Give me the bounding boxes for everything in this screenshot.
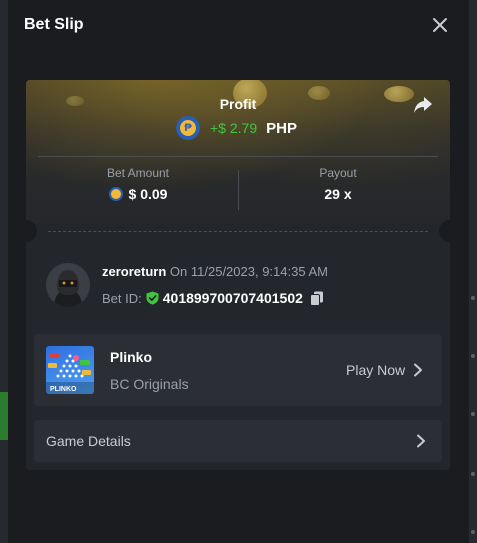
game-thumb-text: PLINKO <box>50 386 77 393</box>
profit-currency: PHP <box>266 119 297 137</box>
bet-slip-modal: Bet Slip Profit ₱ +$ 2.79 PHP Bet Amount… <box>8 0 469 543</box>
bet-amount-stat: Bet Amount $ 0.09 <box>38 166 238 202</box>
divider <box>38 156 438 157</box>
bet-details-card: Profit ₱ +$ 2.79 PHP Bet Amount $ 0.09 P… <box>26 80 450 470</box>
background-dot <box>471 472 475 476</box>
background-green-button <box>0 392 8 440</box>
game-thumbnail: PLINKO <box>46 346 94 394</box>
game-provider: BC Originals <box>110 376 189 392</box>
play-now-button[interactable]: Play Now <box>346 362 423 378</box>
bet-id-value: 401899700707401502 <box>162 290 303 306</box>
profit-label: Profit <box>219 96 257 112</box>
bet-id-label: Bet ID: <box>102 290 142 306</box>
payout-stat: Payout 29 x <box>238 166 438 202</box>
dashed-divider <box>48 231 428 232</box>
bet-amount-label: Bet Amount <box>106 166 170 180</box>
avatar <box>46 263 90 307</box>
bet-datetime: On 11/25/2023, 9:14:35 AM <box>169 264 328 279</box>
play-now-label: Play Now <box>346 362 406 378</box>
game-row[interactable]: PLINKO Plinko BC Originals Play Now <box>34 334 442 406</box>
profit-row: ₱ +$ 2.79 PHP <box>176 116 297 140</box>
background-page-left <box>0 0 8 543</box>
payout-label: Payout <box>319 166 357 180</box>
bet-amount-value: $ 0.09 <box>128 186 168 202</box>
background-dot <box>471 354 475 358</box>
close-button[interactable] <box>430 15 450 35</box>
background-page-right <box>469 0 477 543</box>
peso-coin-icon <box>108 187 123 201</box>
share-icon <box>414 97 432 113</box>
game-name: Plinko <box>110 349 153 365</box>
peso-coin-icon: ₱ <box>176 116 200 140</box>
close-icon <box>433 18 447 32</box>
username: zeroreturn <box>102 264 167 279</box>
game-details-label: Game Details <box>46 433 131 449</box>
chevron-right-icon <box>414 363 423 377</box>
background-dot <box>471 412 475 416</box>
modal-title: Bet Slip <box>24 16 84 33</box>
chevron-right-icon <box>417 434 425 448</box>
share-button[interactable] <box>412 94 434 116</box>
background-dot <box>471 530 475 534</box>
shield-check-icon <box>146 291 159 305</box>
bet-id-line: Bet ID: 401899700707401502 <box>102 290 324 306</box>
ticket-notch-right <box>439 220 450 242</box>
background-dot <box>471 296 475 300</box>
game-details-row[interactable]: Game Details <box>34 420 442 462</box>
copy-icon[interactable] <box>309 291 324 306</box>
payout-value: 29 x <box>324 186 352 202</box>
bet-user-line: zeroreturn On 11/25/2023, 9:14:35 AM <box>102 264 328 279</box>
avatar-image <box>46 263 90 307</box>
profit-amount: +$ 2.79 <box>210 120 258 136</box>
